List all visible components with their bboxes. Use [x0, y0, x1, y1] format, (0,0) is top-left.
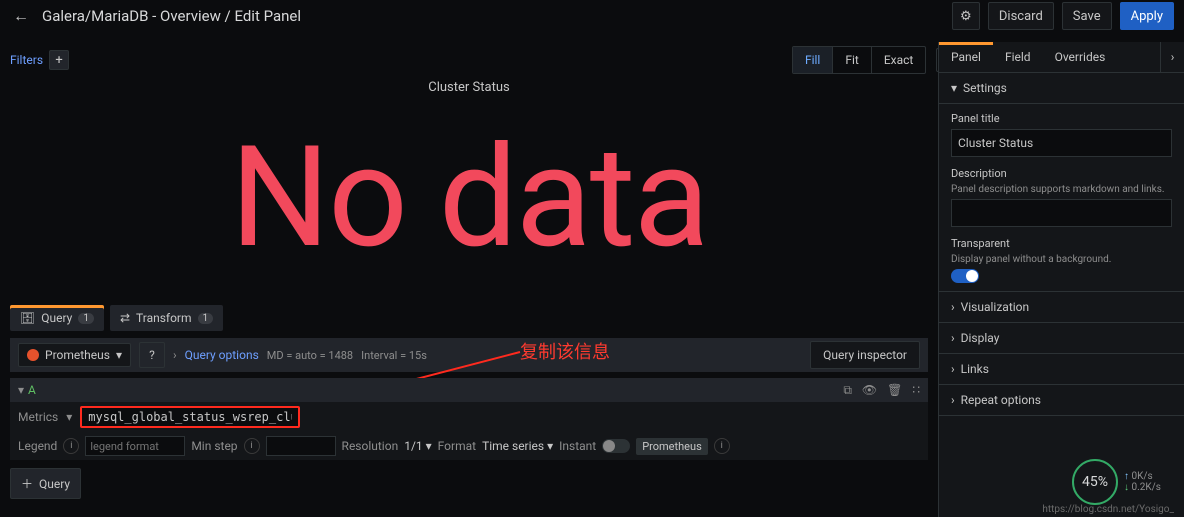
view-mode-group: Fill Fit Exact	[792, 46, 926, 74]
panel-title-input[interactable]	[951, 129, 1172, 157]
add-filter-button[interactable]: +	[49, 50, 69, 70]
tab-query[interactable]: 🗄 Query 1	[10, 305, 104, 331]
drag-handle-icon[interactable]: ∷	[912, 383, 920, 398]
gauge-value: 45%	[1072, 459, 1118, 505]
transparent-sublabel: Display panel without a background.	[951, 254, 1172, 265]
resolution-label: Resolution	[342, 439, 399, 453]
collapse-sidepanel-icon[interactable]: ›	[1160, 42, 1184, 72]
datasource-help-icon[interactable]: ?	[139, 342, 165, 368]
minstep-label: Min step	[191, 439, 237, 453]
datasource-picker[interactable]: Prometheus ▾	[18, 343, 131, 367]
mode-fill[interactable]: Fill	[793, 47, 833, 73]
watermark-text: https://blog.csdn.net/Yosigo_	[1042, 504, 1174, 515]
filters-label[interactable]: Filters	[10, 53, 43, 67]
breadcrumb: Galera/MariaDB - Overview / Edit Panel	[42, 7, 301, 25]
expand-options-chevron[interactable]: ›	[173, 348, 177, 362]
legend-format-input[interactable]	[85, 436, 185, 456]
minstep-help-icon[interactable]: i	[244, 438, 260, 454]
section-links[interactable]: ›Links	[939, 354, 1184, 385]
apply-button[interactable]: Apply	[1120, 2, 1174, 30]
query-md-meta: MD = auto = 1488	[267, 349, 353, 362]
query-a-block: ▾ A ⧉ 👁 🗑 ∷ Metrics ▾ Legend i Min step …	[10, 378, 928, 460]
panel-preview: Cluster Status No data	[10, 76, 928, 296]
copy-query-icon[interactable]: ⧉	[843, 383, 852, 398]
query-inspector-button[interactable]: Query inspector	[810, 341, 920, 369]
side-tab-overrides[interactable]: Overrides	[1043, 42, 1118, 72]
resolution-select[interactable]: 1/1 ▾	[404, 439, 431, 453]
description-sublabel: Panel description supports markdown and …	[951, 184, 1172, 195]
query-letter: A	[28, 383, 36, 397]
datasource-tag-help-icon[interactable]: i	[714, 438, 730, 454]
add-query-button[interactable]: ＋ Query	[10, 468, 81, 499]
section-display[interactable]: ›Display	[939, 323, 1184, 354]
plus-icon: ＋	[21, 475, 33, 492]
toggle-visibility-icon[interactable]: 👁	[862, 383, 877, 398]
query-count-badge: 1	[78, 313, 94, 324]
metrics-input[interactable]	[80, 406, 300, 428]
tab-transform[interactable]: ⇄ Transform 1	[110, 305, 223, 331]
options-side-panel: Panel Field Overrides › ▾Settings Panel …	[938, 42, 1184, 517]
chevron-down-icon: ▾	[951, 81, 957, 95]
legend-help-icon[interactable]: i	[63, 438, 79, 454]
delete-query-icon[interactable]: 🗑	[887, 383, 902, 398]
mode-fit[interactable]: Fit	[833, 47, 871, 73]
chevron-right-icon: ›	[951, 362, 955, 376]
transform-count-badge: 1	[198, 313, 214, 324]
no-data-message: No data	[10, 116, 928, 280]
transparent-label: Transparent	[951, 237, 1172, 250]
minstep-input[interactable]	[266, 436, 336, 456]
instant-toggle[interactable]	[602, 439, 630, 453]
settings-gear-icon[interactable]: ⚙	[952, 2, 980, 30]
save-button[interactable]: Save	[1062, 2, 1112, 30]
description-label: Description	[951, 167, 1172, 180]
datasource-tag: Prometheus	[636, 438, 708, 455]
query-interval-meta: Interval = 15s	[361, 349, 427, 362]
datasource-row: Prometheus ▾ ? › Query options MD = auto…	[10, 338, 928, 372]
section-visualization[interactable]: ›Visualization	[939, 292, 1184, 323]
discard-button[interactable]: Discard	[988, 2, 1054, 30]
back-arrow-icon[interactable]: ←	[10, 6, 32, 26]
database-icon: 🗄	[20, 311, 35, 325]
rate-gauge-widget: 45% ↑ 0K/s ↓ 0.2K/s	[1072, 453, 1172, 511]
panel-title-label: Panel title	[951, 112, 1172, 125]
panel-preview-title: Cluster Status	[10, 76, 928, 95]
format-label: Format	[438, 439, 476, 453]
chevron-right-icon: ›	[951, 300, 955, 314]
instant-label: Instant	[559, 439, 596, 453]
side-tab-panel[interactable]: Panel	[939, 42, 993, 72]
prometheus-icon	[27, 349, 39, 361]
chevron-down-icon: ▾	[116, 348, 122, 362]
section-settings[interactable]: ▾Settings	[939, 73, 1184, 104]
mode-exact[interactable]: Exact	[872, 47, 926, 73]
chevron-right-icon: ›	[951, 331, 955, 345]
transparent-switch[interactable]	[951, 269, 979, 283]
metrics-label: Metrics	[18, 410, 58, 424]
chevron-down-icon[interactable]: ▾	[66, 410, 72, 424]
description-textarea[interactable]	[951, 199, 1172, 227]
collapse-query-chevron[interactable]: ▾	[18, 383, 24, 397]
section-repeat-options[interactable]: ›Repeat options	[939, 385, 1184, 416]
chevron-right-icon: ›	[951, 393, 955, 407]
legend-label: Legend	[18, 439, 57, 453]
transform-icon: ⇄	[120, 311, 130, 325]
query-options-link[interactable]: Query options	[185, 348, 259, 362]
side-tab-field[interactable]: Field	[993, 42, 1043, 72]
format-select[interactable]: Time series ▾	[482, 439, 553, 453]
